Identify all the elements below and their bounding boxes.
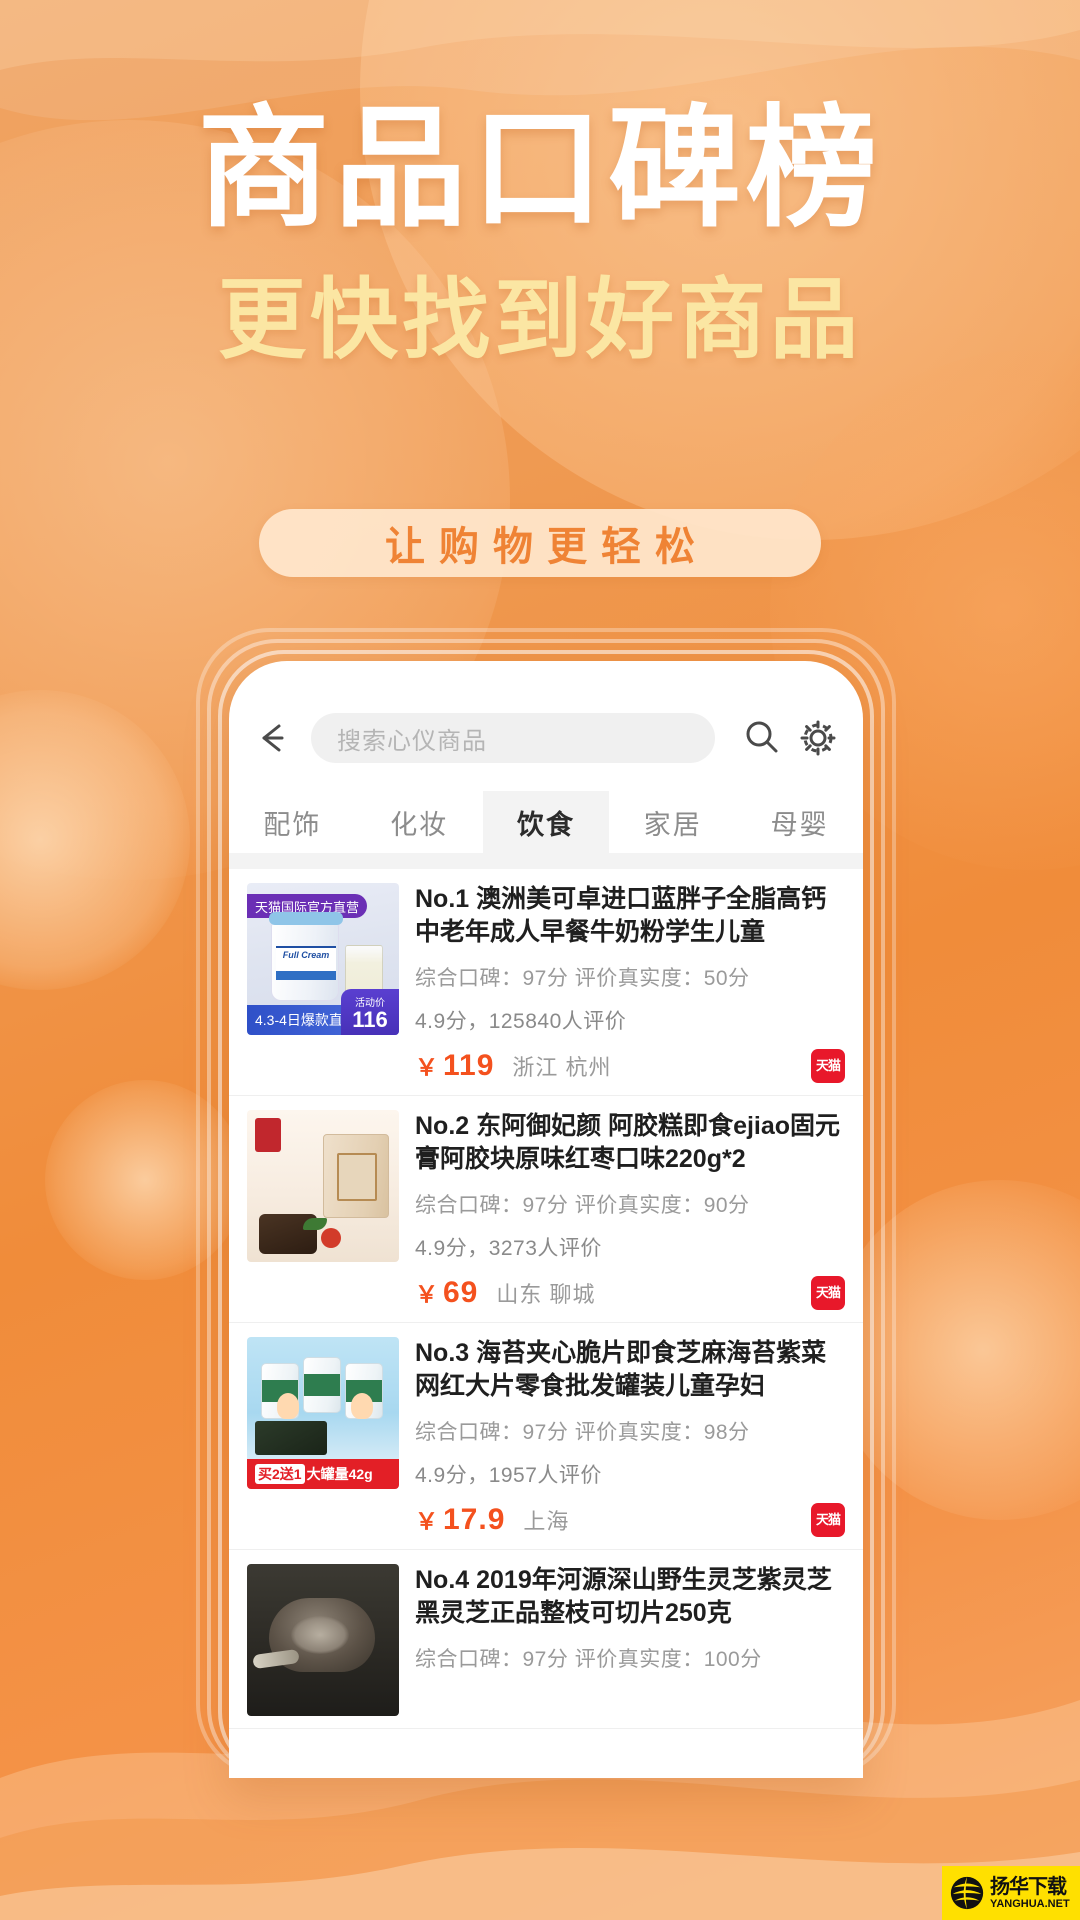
currency-symbol: ￥ (415, 1281, 439, 1307)
tmall-shop-badge: 天猫 (811, 1502, 845, 1537)
seaweed-sheets-icon (255, 1421, 327, 1455)
tagline-badge: 让购物更轻松 (259, 509, 821, 577)
list-item[interactable]: 买2送1 大罐量 42g No.3 海苔夹心脆片即食芝麻海苔紫菜网红大片零食批发罐装… (229, 1323, 863, 1550)
tab-yinshi[interactable]: 饮食 (482, 791, 610, 853)
phone-screen: 搜索心仪商品 配饰 化妆 饮食 家居 母婴 天猫国际官方直营 Full Crea… (229, 661, 863, 1778)
milk-powder-jar-icon: Full Cream (269, 912, 343, 1001)
product-location: 山东 聊城 (496, 1281, 596, 1307)
globe-logo-icon (950, 1876, 984, 1910)
jar-lid (269, 912, 343, 925)
product-title: No.3 海苔夹心脆片即食芝麻海苔紫菜网红大片零食批发罐装儿童孕妇 (415, 1339, 827, 1400)
tmall-shop-badge: 天猫 (811, 1275, 845, 1310)
product-title: No.4 2019年河源深山野生灵芝紫灵芝黑灵芝正品整枝可切片250克 (415, 1566, 832, 1627)
nori-can-icon (303, 1357, 341, 1413)
product-score-line: 综合口碑：97分 评价真实度：50分 (415, 967, 750, 990)
list-item[interactable]: No.4 2019年河源深山野生灵芝紫灵芝黑灵芝正品整枝可切片250克 综合口碑… (229, 1550, 863, 1729)
brand-tag-icon (255, 1118, 281, 1152)
product-price: ￥ 119 (415, 1048, 494, 1083)
thumb-promo-bar: 买2送1 大罐量 42g (247, 1459, 399, 1489)
product-score-line: 综合口碑：97分 评价真实度：100分 (415, 1648, 762, 1671)
product-score-line: 综合口碑：97分 评价真实度：90分 (415, 1194, 750, 1217)
category-tab-bar: 配饰 化妆 饮食 家居 母婴 (229, 791, 863, 853)
leaf-icon (303, 1218, 327, 1230)
child-illustration-icon (351, 1393, 373, 1419)
product-title: No.1 澳洲美可卓进口蓝胖子全脂高钙中老年成人早餐牛奶粉学生儿童 (415, 885, 827, 946)
product-location: 浙江 杭州 (512, 1054, 612, 1080)
bag-label (337, 1153, 377, 1201)
can-band (304, 1374, 340, 1396)
promo-weight: 42g (348, 1466, 373, 1482)
product-price-row: ￥ 69 山东 聊城 天猫 (415, 1275, 845, 1310)
promo-buy2get1: 买2送1 (255, 1464, 305, 1484)
product-title: No.2 东阿御妃颜 阿胶糕即食ejiao固元膏阿胶块原味红枣口味220g*2 (415, 1112, 841, 1173)
poster-canvas: 商品口碑榜 更快找到好商品 让购物更轻松 搜索心仪商品 配饰 化妆 饮食 家居 … (0, 0, 1080, 1920)
product-info: No.3 海苔夹心脆片即食芝麻海苔紫菜网红大片零食批发罐装儿童孕妇 综合口碑：9… (399, 1337, 845, 1537)
product-location: 上海 (523, 1508, 570, 1534)
product-rating-line: 4.9分，125840人评价 (415, 1010, 627, 1033)
child-illustration-icon (277, 1393, 299, 1419)
ejiao-bag-icon (323, 1134, 389, 1218)
tagline-text: 让购物更轻松 (385, 525, 709, 569)
price-value: 17.9 (443, 1503, 506, 1536)
app-topbar: 搜索心仪商品 (229, 699, 863, 777)
price-value: 69 (443, 1276, 479, 1309)
poster-subheadline: 更快找到好商品 (217, 270, 862, 369)
product-rating-line: 4.9分，3273人评价 (415, 1237, 602, 1260)
tab-huazhuang[interactable]: 化妆 (356, 791, 483, 853)
product-price-row: ￥ 17.9 上海 天猫 (415, 1502, 845, 1537)
watermark-text: 扬华下载 YANGHUA.NET (990, 1877, 1070, 1910)
thumb-promo-box: 活动价 116 (341, 989, 399, 1035)
search-input[interactable]: 搜索心仪商品 (311, 713, 715, 763)
product-thumbnail (247, 1110, 399, 1262)
search-icon[interactable] (739, 715, 785, 761)
back-arrow-icon[interactable] (251, 716, 295, 760)
product-list: 天猫国际官方直营 Full Cream 4.3-4日爆款直降 活动价 116 N… (229, 869, 863, 1729)
tmall-shop-badge: 天猫 (811, 1048, 845, 1083)
search-placeholder: 搜索心仪商品 (337, 727, 487, 755)
product-price-row: ￥ 119 浙江 杭州 天猫 (415, 1048, 845, 1083)
currency-symbol: ￥ (415, 1508, 439, 1534)
product-price: ￥ 69 (415, 1275, 478, 1310)
gear-icon[interactable] (795, 715, 841, 761)
list-item[interactable]: No.2 东阿御妃颜 阿胶糕即食ejiao固元膏阿胶块原味红枣口味220g*2 … (229, 1096, 863, 1323)
tab-separator (229, 853, 863, 869)
tab-peishi[interactable]: 配饰 (229, 791, 356, 853)
watermark-cn: 扬华下载 (990, 1875, 1067, 1898)
watermark-en: YANGHUA.NET (990, 1897, 1070, 1910)
product-thumbnail: 天猫国际官方直营 Full Cream 4.3-4日爆款直降 活动价 116 (247, 883, 399, 1035)
product-score-line: 综合口碑：97分 评价真实度：98分 (415, 1421, 750, 1444)
currency-symbol: ￥ (415, 1054, 439, 1080)
list-item[interactable]: 天猫国际官方直营 Full Cream 4.3-4日爆款直降 活动价 116 N… (229, 869, 863, 1096)
site-watermark: 扬华下载 YANGHUA.NET (942, 1866, 1080, 1920)
poster-headline: 商品口碑榜 (197, 95, 883, 242)
tab-jiaju[interactable]: 家居 (609, 791, 736, 853)
product-info: No.4 2019年河源深山野生灵芝紫灵芝黑灵芝正品整枝可切片250克 综合口碑… (399, 1564, 845, 1716)
price-value: 119 (443, 1049, 495, 1082)
background-circle-left-upper (0, 690, 190, 990)
product-info: No.2 东阿御妃颜 阿胶糕即食ejiao固元膏阿胶块原味红枣口味220g*2 … (399, 1110, 845, 1310)
jar-label-text: Full Cream (276, 946, 336, 980)
product-thumbnail: 买2送1 大罐量 42g (247, 1337, 399, 1489)
product-price: ￥ 17.9 (415, 1502, 505, 1537)
promo-bigcan: 大罐量 (306, 1466, 349, 1482)
product-info: No.1 澳洲美可卓进口蓝胖子全脂高钙中老年成人早餐牛奶粉学生儿童 综合口碑：9… (399, 883, 845, 1083)
tab-muying[interactable]: 母婴 (736, 791, 863, 853)
phone-mockup: 搜索心仪商品 配饰 化妆 饮食 家居 母婴 天猫国际官方直营 Full Crea… (196, 628, 896, 1778)
promo-price: 116 (352, 1006, 388, 1032)
berry-icon (321, 1228, 341, 1248)
product-thumbnail (247, 1564, 399, 1716)
product-rating-line: 4.9分，1957人评价 (415, 1464, 602, 1487)
